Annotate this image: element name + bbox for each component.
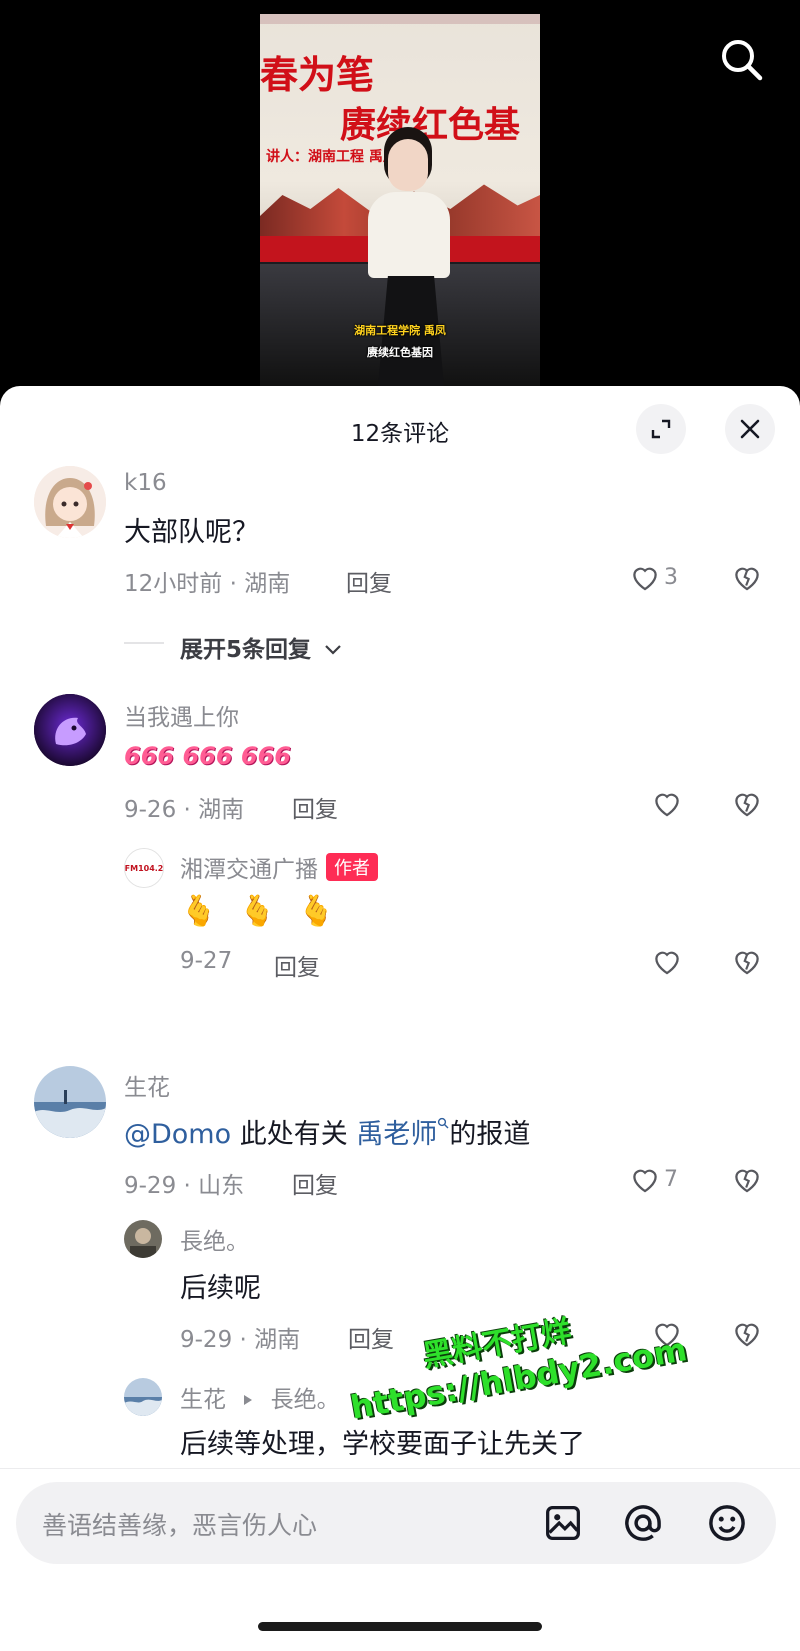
reply-text: 🫰 🫰 🫰 <box>180 894 342 929</box>
reply-button[interactable]: 回复 <box>292 1166 338 1200</box>
image-icon <box>546 1506 580 1540</box>
search-link[interactable]: 禹老师 <box>356 1117 449 1150</box>
author-badge: 作者 <box>326 853 378 881</box>
speaker-head <box>388 139 428 191</box>
reply-text: 后续呢 <box>180 1273 261 1304</box>
avatar[interactable] <box>34 694 106 766</box>
chevron-down-icon <box>325 645 341 655</box>
broken-heart-icon <box>735 951 759 975</box>
image-button[interactable] <box>540 1500 586 1550</box>
expand-replies-button[interactable]: 展开5条回复 <box>180 630 343 664</box>
broken-heart-icon <box>735 793 759 817</box>
reply-username-row: 湘潭交通广播 作者 <box>180 850 378 884</box>
expand-replies-label: 展开5条回复 <box>180 637 312 663</box>
video-frame[interactable]: 春为笔 赓续红色基 讲人：湖南工程 禹凤 湖南工程学院 禹凤 赓续红色基因 <box>260 14 540 386</box>
banner-strip <box>260 14 540 24</box>
speaker-body <box>368 192 450 278</box>
avatar[interactable] <box>34 1066 106 1138</box>
reply-button[interactable]: 回复 <box>346 564 392 598</box>
comment-input[interactable]: 善语结善缘，恶言伤人心 <box>16 1482 776 1564</box>
banner-line-2: 赓续红色基 <box>340 104 521 146</box>
heart-icon <box>655 951 679 975</box>
like-button[interactable] <box>650 786 684 820</box>
like-count: 7 <box>664 1166 678 1192</box>
reply-to-username[interactable]: 長绝。 <box>271 1387 340 1413</box>
video-player[interactable]: 春为笔 赓续红色基 讲人：湖南工程 禹凤 湖南工程学院 禹凤 赓续红色基因 <box>0 0 800 400</box>
search-icon[interactable] <box>718 36 766 84</box>
like-button[interactable] <box>650 944 684 978</box>
reply-button[interactable]: 回复 <box>292 790 338 824</box>
comment-input-placeholder: 善语结善缘，恶言伤人心 <box>42 1511 318 1540</box>
comment-text: @Domo 此处有关 禹老师 的报道 <box>124 1112 530 1151</box>
reply-username-row: 生花 長绝。 <box>180 1380 340 1414</box>
heart-icon <box>655 793 679 817</box>
avatar[interactable] <box>34 466 106 538</box>
broken-heart-icon <box>735 1323 759 1347</box>
mention-link[interactable]: @Domo <box>124 1119 231 1150</box>
reply-username[interactable]: 湘潭交通广播 <box>180 857 318 883</box>
comment-username[interactable]: 当我遇上你 <box>124 698 239 732</box>
heart-icon <box>633 567 657 591</box>
heart-icon <box>633 1169 657 1193</box>
comment-meta: 12小时前 · 湖南 <box>124 571 291 597</box>
reply-text: 后续等处理，学校要面子让先关了 <box>180 1429 585 1460</box>
banner-line-1: 春为笔 <box>260 52 375 97</box>
mention-button[interactable] <box>620 1500 666 1550</box>
dislike-button[interactable] <box>730 944 764 982</box>
emoji-button[interactable] <box>704 1500 750 1550</box>
close-button[interactable] <box>725 404 775 454</box>
emoji-icon <box>709 1505 745 1541</box>
caption-topic: 赓续红色基因 <box>367 346 433 359</box>
avatar[interactable] <box>124 1220 162 1258</box>
home-indicator[interactable] <box>258 1622 542 1631</box>
avatar[interactable] <box>124 1378 162 1416</box>
dislike-button[interactable] <box>730 560 764 598</box>
expand-icon <box>651 419 671 439</box>
comment-text-end: 的报道 <box>449 1119 531 1150</box>
search-icon <box>438 1117 449 1129</box>
watermark: 黑料不打烊 https://hlbdy2.com <box>340 1287 690 1427</box>
reply-button[interactable]: 回复 <box>274 948 320 982</box>
caption-name: 湖南工程学院 禹凤 <box>354 324 446 337</box>
comment-username[interactable]: 生花 <box>124 1068 170 1102</box>
comment-username[interactable]: k16 <box>124 470 167 496</box>
like-button[interactable]: 7 <box>628 1162 678 1196</box>
reply-meta: 9-27 <box>180 948 233 974</box>
at-icon <box>625 1505 661 1541</box>
banner-line-3: 讲人：湖南工程 禹凤 <box>266 149 397 165</box>
like-button[interactable]: 3 <box>628 560 678 594</box>
broken-heart-icon <box>735 567 759 591</box>
avatar[interactable]: FM104.2 <box>124 848 164 888</box>
comment-meta: 9-29 · 山东 <box>124 1173 245 1199</box>
reply-username[interactable]: 長绝。 <box>180 1222 249 1256</box>
comment-sheet: 12条评论 k16 大部队呢？ 12小时前 · 湖南 回复 3 展开5条回复 当… <box>0 386 800 1651</box>
comment-text: 666 666 666 <box>124 742 292 770</box>
dislike-button[interactable] <box>730 1162 764 1200</box>
dislike-button[interactable] <box>730 786 764 824</box>
dislike-button[interactable] <box>730 1316 764 1354</box>
reply-meta: 9-29 · 湖南 <box>180 1327 301 1353</box>
reply-username[interactable]: 生花 <box>180 1387 226 1413</box>
expand-button[interactable] <box>636 404 686 454</box>
reply-arrow-icon <box>244 1395 253 1405</box>
comment-text: 大部队呢？ <box>124 517 259 548</box>
broken-heart-icon <box>735 1169 759 1193</box>
like-count: 3 <box>664 564 678 590</box>
comment-text-mid: 此处有关 <box>239 1119 348 1150</box>
divider <box>124 642 164 644</box>
close-icon <box>740 419 760 439</box>
comment-meta: 9-26 · 湖南 <box>124 797 245 823</box>
search-link-label: 禹老师 <box>356 1119 438 1150</box>
avatar-logo-text: FM104.2 <box>125 864 163 873</box>
